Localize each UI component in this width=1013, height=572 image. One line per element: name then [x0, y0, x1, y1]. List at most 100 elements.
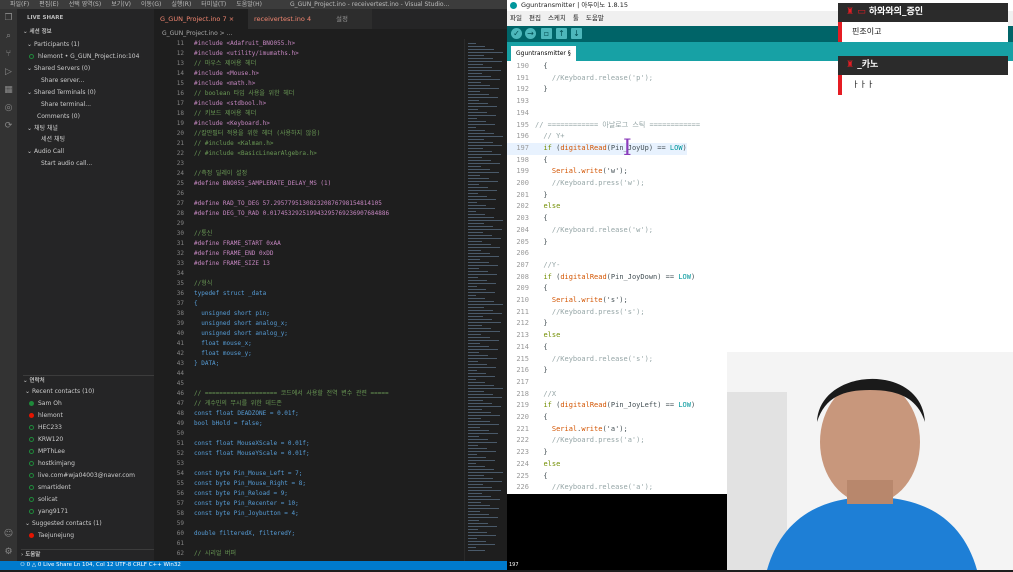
tab-receivertest[interactable]: receivertest.ino 4 — [248, 9, 330, 29]
line-number: 226 — [516, 483, 529, 492]
contact-item[interactable]: solicat — [29, 495, 166, 505]
verify-icon[interactable]: ✓ — [511, 28, 522, 39]
code-line: 207 //Y- — [507, 260, 560, 272]
contact-item[interactable]: smartident — [29, 483, 166, 493]
contact-item[interactable]: live.com#wja04003@naver.com — [29, 471, 166, 481]
minimap-line — [468, 76, 491, 77]
chat-channel-group[interactable]: ⌄ 채팅 채널 — [27, 124, 164, 134]
minimap-line — [468, 196, 487, 197]
run-debug-icon[interactable]: ▷ — [3, 67, 14, 78]
tab-label: 설정 — [336, 15, 348, 23]
code-line: 55 const byte Pin_Mouse_Right = 8; — [154, 479, 306, 489]
line-number: 14 — [176, 70, 184, 77]
session-title: 세션 정보 — [29, 29, 52, 35]
session-section[interactable]: ⌄ 세션 정보 — [23, 27, 160, 37]
settings-gear-icon[interactable]: ⚙ — [3, 547, 14, 558]
code-text: #include <math.h> — [194, 80, 256, 87]
live-share-icon[interactable]: ⟳ — [3, 121, 14, 132]
line-number: 191 — [516, 73, 529, 82]
extensions-icon[interactable]: ▦ — [3, 85, 14, 96]
code-line: 53 — [154, 459, 194, 469]
code-line: 23 — [154, 159, 194, 169]
menu-item[interactable]: 스케치 — [548, 14, 566, 22]
suggested-contacts-group[interactable]: ⌄ Suggested contacts (1) — [25, 519, 162, 529]
line-number: 194 — [516, 108, 529, 117]
search-icon[interactable]: ⌕ — [3, 31, 14, 42]
contact-item[interactable]: hlemont — [29, 411, 166, 421]
shared-terminals-group[interactable]: ⌄ Shared Terminals (0) — [27, 88, 164, 98]
code-text: } — [535, 237, 548, 246]
chat-name: _카노 — [857, 60, 879, 70]
minimap-line — [468, 382, 485, 383]
menu-item[interactable]: 터미널(T) — [201, 1, 226, 8]
minimap[interactable] — [464, 39, 508, 561]
outline-section[interactable]: › 도움말 — [21, 549, 158, 560]
participants-group[interactable]: ⌄ Participants (1) — [27, 40, 164, 50]
contact-item[interactable]: Sam Oh — [29, 399, 166, 409]
audio-call-group[interactable]: ⌄ Audio Call — [27, 147, 164, 157]
line-number: 19 — [176, 120, 184, 127]
code-text: // boolean 타입 사용을 위한 헤더 — [194, 90, 295, 97]
tab-gguntransmitter[interactable]: Gguntransmitter § — [511, 46, 576, 61]
code-line: 19 #include <Keyboard.h> — [154, 119, 270, 129]
menu-item[interactable]: 툴 — [573, 14, 579, 22]
contact-item[interactable]: MPThLee — [29, 447, 166, 457]
minimap-line — [468, 121, 486, 122]
code-line: 217 — [507, 377, 535, 389]
menu-item[interactable]: 파일 — [510, 14, 522, 22]
upload-icon[interactable]: → — [525, 28, 536, 39]
menu-item[interactable]: 선택 영역(S) — [69, 1, 101, 8]
minimap-line — [468, 310, 493, 311]
tab-settings[interactable]: 설정 — [330, 9, 372, 29]
minimap-line — [468, 442, 497, 443]
suggested-contact-item[interactable]: Taejunejung — [29, 531, 166, 541]
code-text: //Keyboard.release('s'); — [535, 354, 654, 363]
tab-g-gun-project[interactable]: G_GUN_Project.ino 7 × — [154, 9, 248, 29]
code-editor[interactable]: 11 #include <Adafruit_BNO055.h> 12 #include… — [154, 39, 464, 561]
code-line: 51 const float MouseXScale = 0.01f; — [154, 439, 310, 449]
minimap-line — [468, 202, 477, 203]
save-sketch-icon[interactable]: ↓ — [571, 28, 582, 39]
contact-item[interactable]: KRW120 — [29, 435, 166, 445]
account-icon[interactable]: ☺ — [3, 529, 14, 540]
chat-channel-label: 채팅 채널 — [33, 125, 58, 132]
line-number: 223 — [516, 448, 529, 457]
menu-item[interactable]: 보기(V) — [111, 1, 131, 8]
contact-item[interactable]: hostkimjang — [29, 459, 166, 469]
close-icon[interactable]: × — [229, 15, 234, 23]
minimap-line — [468, 280, 487, 281]
line-number: 17 — [176, 100, 184, 107]
editor-tabs: G_GUN_Project.ino 7 × receivertest.ino 4… — [154, 9, 507, 29]
code-line: 222 //Keyboard.press('a'); — [507, 435, 644, 447]
new-sketch-icon[interactable]: ▫ — [541, 28, 552, 39]
shared-servers-group[interactable]: ⌄ Shared Servers (0) — [27, 64, 164, 74]
line-number: 199 — [516, 167, 529, 176]
code-text: // #include <Kalman.h> — [194, 140, 274, 147]
status-icon — [29, 473, 34, 478]
menu-item[interactable]: 파일(F) — [10, 1, 29, 8]
code-text: #include <stdbool.h> — [194, 100, 267, 107]
source-control-icon[interactable]: ⑂ — [3, 49, 14, 60]
remote-icon[interactable]: ◎ — [3, 103, 14, 114]
contacts-section[interactable]: ⌄ 연락처 — [23, 375, 160, 386]
explorer-icon[interactable]: ❐ — [3, 13, 14, 24]
open-sketch-icon[interactable]: ↑ — [556, 28, 567, 39]
contact-item[interactable]: HEC233 — [29, 423, 166, 433]
minimap-line — [468, 508, 499, 509]
recent-contacts-group[interactable]: ⌄ Recent contacts (10) — [25, 387, 162, 397]
menu-item[interactable]: 실행(R) — [171, 1, 191, 8]
participant-item[interactable]: hlemont • G_GUN_Project.ino:104 — [29, 52, 166, 62]
minimap-line — [468, 514, 489, 515]
breadcrumb[interactable]: G_GUN_Project.ino > ... — [154, 29, 507, 39]
menu-item[interactable]: 이동(G) — [141, 1, 161, 8]
code-text: #include <Mouse.h> — [194, 70, 260, 77]
menu-item[interactable]: 편집(E) — [39, 1, 59, 8]
contact-item[interactable]: yang9171 — [29, 507, 166, 517]
code-text: // #include <BasicLinearAlgebra.h> — [194, 150, 317, 157]
minimap-line — [468, 397, 502, 398]
code-line: 214 { — [507, 342, 547, 354]
menu-item[interactable]: 편집 — [529, 14, 541, 22]
menu-item[interactable]: 도움말(H) — [236, 1, 262, 8]
code-line: 31 #define FRAME_START 0xAA — [154, 239, 281, 249]
menu-item[interactable]: 도움말 — [586, 14, 604, 22]
